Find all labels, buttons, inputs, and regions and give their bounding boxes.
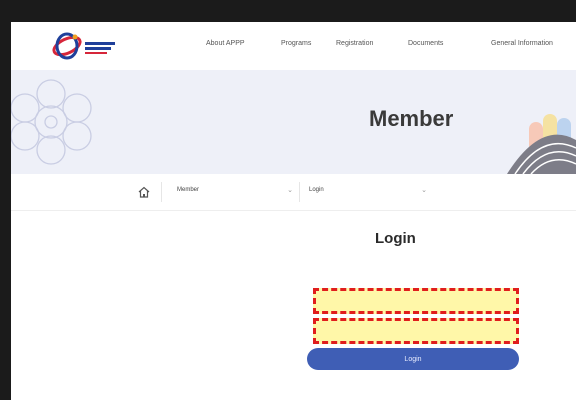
page: About APPP Programs Registration Documen… bbox=[11, 22, 576, 400]
login-title: Login bbox=[375, 230, 416, 247]
breadcrumb-select-member[interactable]: Member ⌄ bbox=[177, 182, 293, 202]
site-header: About APPP Programs Registration Documen… bbox=[11, 22, 576, 70]
breadcrumb: Member ⌄ Login ⌄ bbox=[11, 174, 576, 211]
breadcrumb-select-login[interactable]: Login ⌄ bbox=[309, 182, 427, 202]
breadcrumb-divider bbox=[299, 182, 300, 202]
page-banner: Member bbox=[11, 70, 576, 174]
home-icon[interactable] bbox=[137, 185, 151, 199]
id-input[interactable] bbox=[316, 291, 516, 312]
window-frame-top bbox=[0, 0, 576, 22]
page-title: Member bbox=[369, 106, 454, 131]
main-nav: About APPP Programs Registration Documen… bbox=[11, 40, 576, 54]
nav-about[interactable]: About APPP bbox=[206, 40, 245, 47]
chevron-down-icon: ⌄ bbox=[421, 187, 427, 194]
id-field[interactable] bbox=[313, 288, 519, 314]
nav-general-information[interactable]: General Information bbox=[491, 40, 553, 47]
window-frame-left bbox=[0, 0, 11, 400]
login-button[interactable]: Login bbox=[307, 348, 519, 370]
nav-programs[interactable]: Programs bbox=[281, 40, 311, 47]
password-input[interactable] bbox=[316, 321, 516, 342]
breadcrumb-login-label: Login bbox=[309, 187, 324, 193]
breadcrumb-member-label: Member bbox=[177, 187, 200, 193]
breadcrumb-divider bbox=[161, 182, 162, 202]
nav-registration[interactable]: Registration bbox=[336, 40, 373, 47]
nav-documents[interactable]: Documents bbox=[408, 40, 443, 47]
password-field[interactable] bbox=[313, 318, 519, 344]
chevron-down-icon: ⌄ bbox=[287, 187, 293, 194]
